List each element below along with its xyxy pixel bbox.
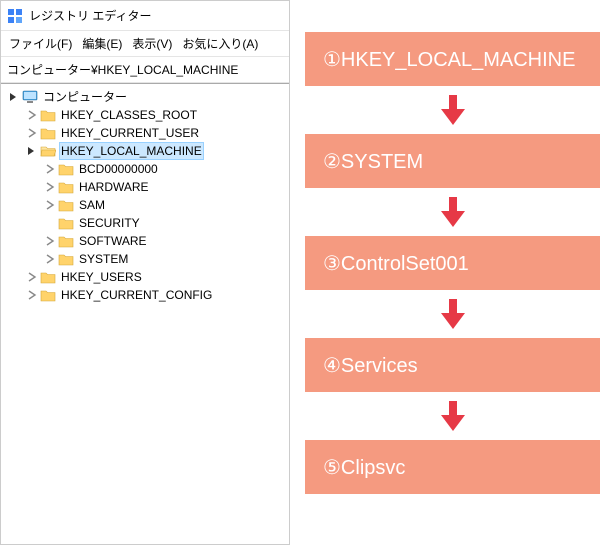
folder-icon [40,108,56,122]
menu-file[interactable]: ファイル(F) [9,35,72,52]
flow-arrow [305,290,600,338]
expander-icon[interactable] [43,180,57,194]
folder-icon [58,180,74,194]
flow-step-2: ②SYSTEM [305,134,600,188]
flow-step-3: ③ControlSet001 [305,236,600,290]
folder-icon [58,198,74,212]
folder-icon [58,216,74,230]
tree-label: HARDWARE [77,178,151,196]
flow-diagram: ①HKEY_LOCAL_MACHINE ②SYSTEM ③ControlSet0… [305,32,600,494]
flow-arrow [305,86,600,134]
flow-step-1: ①HKEY_LOCAL_MACHINE [305,32,600,86]
tree-item-software[interactable]: SOFTWARE [3,232,287,250]
flow-step-label: ④Services [323,353,418,378]
tree-label: SECURITY [77,214,142,232]
flow-step-4: ④Services [305,338,600,392]
flow-step-label: ②SYSTEM [323,149,423,174]
expander-icon[interactable] [7,90,21,104]
tree-item-bcd[interactable]: BCD00000000 [3,160,287,178]
tree-root-label: コンピューター [41,88,129,106]
tree-label: HKEY_CURRENT_USER [59,124,201,142]
tree-item-hardware[interactable]: HARDWARE [3,178,287,196]
tree-label: HKEY_CLASSES_ROOT [59,106,199,124]
folder-icon [40,270,56,284]
expander-icon[interactable] [25,108,39,122]
addressbar[interactable]: コンピューター¥HKEY_LOCAL_MACHINE [1,57,289,83]
flow-step-label: ③ControlSet001 [323,251,469,276]
expander-icon[interactable] [25,270,39,284]
folder-icon [58,234,74,248]
tree-label: SYSTEM [77,250,130,268]
window-title: レジストリ エディター [29,7,152,24]
expander-icon[interactable] [43,252,57,266]
folder-icon [58,252,74,266]
menu-view[interactable]: 表示(V) [132,35,172,52]
tree-item-hku[interactable]: HKEY_USERS [3,268,287,286]
tree-label: SOFTWARE [77,232,149,250]
folder-icon [40,126,56,140]
expander-icon[interactable] [43,234,57,248]
menu-favorites[interactable]: お気に入り(A) [182,35,258,52]
tree-label: HKEY_USERS [59,268,144,286]
tree-root[interactable]: コンピューター [3,88,287,106]
menu-edit[interactable]: 編集(E) [82,35,122,52]
tree-label: HKEY_CURRENT_CONFIG [59,286,214,304]
flow-arrow [305,392,600,440]
flow-step-label: ①HKEY_LOCAL_MACHINE [323,47,575,72]
tree-label: SAM [77,196,107,214]
tree-item-hkcc[interactable]: HKEY_CURRENT_CONFIG [3,286,287,304]
flow-step-5: ⑤Clipsvc [305,440,600,494]
tree-label-selected: HKEY_LOCAL_MACHINE [59,142,204,160]
regedit-app-icon [7,8,23,24]
titlebar: レジストリ エディター [1,1,289,31]
tree-pane[interactable]: コンピューター HKEY_CLASSES_ROOT HKEY_CURRENT_U… [1,83,289,544]
expander-icon[interactable] [25,288,39,302]
computer-icon [22,90,38,104]
menubar: ファイル(F) 編集(E) 表示(V) お気に入り(A) [1,31,289,57]
expander-icon[interactable] [43,198,57,212]
tree-item-hklm[interactable]: HKEY_LOCAL_MACHINE [3,142,287,160]
addressbar-path: コンピューター¥HKEY_LOCAL_MACHINE [7,63,238,77]
expander-icon[interactable] [25,126,39,140]
expander-icon[interactable] [43,162,57,176]
tree-label: BCD00000000 [77,160,160,178]
tree-item-hkcr[interactable]: HKEY_CLASSES_ROOT [3,106,287,124]
expander-icon[interactable] [25,144,39,158]
tree-item-system[interactable]: SYSTEM [3,250,287,268]
tree-item-hkcu[interactable]: HKEY_CURRENT_USER [3,124,287,142]
flow-arrow [305,188,600,236]
flow-step-label: ⑤Clipsvc [323,455,405,480]
tree-item-security[interactable]: · SECURITY [3,214,287,232]
folder-icon [40,288,56,302]
folder-open-icon [40,144,56,158]
tree-item-sam[interactable]: SAM [3,196,287,214]
regedit-window: レジストリ エディター ファイル(F) 編集(E) 表示(V) お気に入り(A)… [0,0,290,545]
folder-icon [58,162,74,176]
